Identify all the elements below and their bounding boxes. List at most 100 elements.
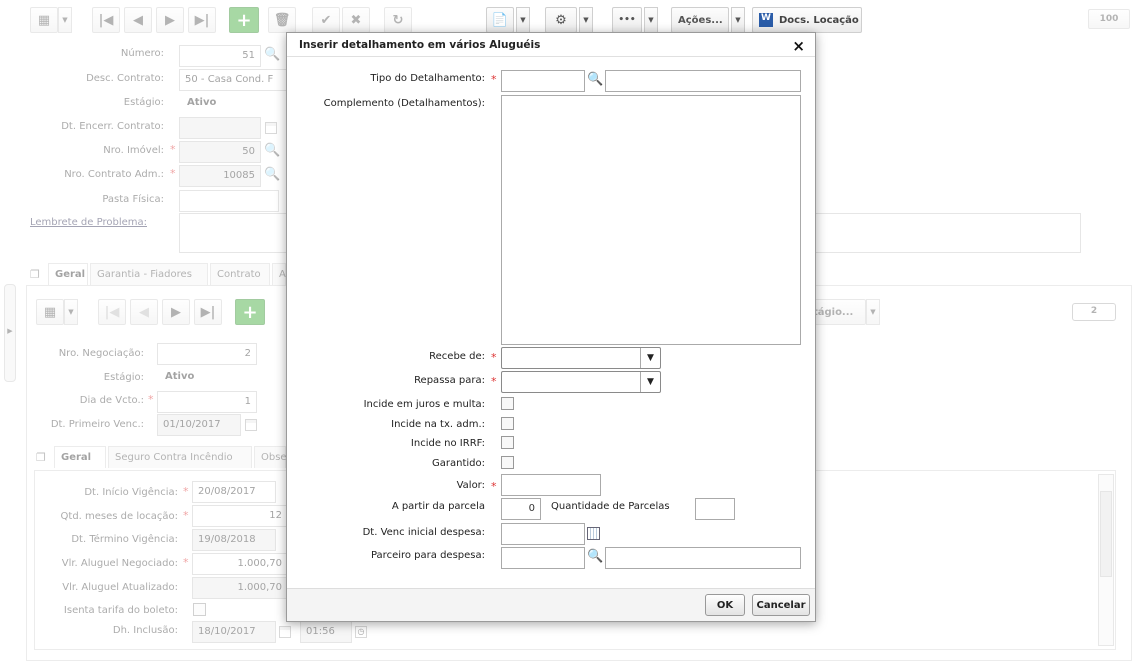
grid-view-icon[interactable]: ▦ — [30, 7, 58, 33]
inclusao-label: Dh. Inclusão: — [112, 625, 178, 636]
tipo-detalhamento-label: Tipo do Detalhamento: — [370, 73, 485, 84]
required-icon: * — [170, 167, 176, 180]
gear-dropdown[interactable]: ▼ — [579, 7, 593, 33]
nro-imovel-field[interactable]: 50 — [179, 141, 261, 163]
calendar-icon[interactable] — [587, 527, 600, 540]
required-icon: * — [170, 143, 176, 156]
clock-icon[interactable]: ◷ — [355, 626, 367, 638]
incide-juros-checkbox[interactable] — [501, 397, 514, 410]
tipo-detalhamento-code-input[interactable] — [501, 70, 585, 92]
search-icon[interactable]: 🔍 — [264, 167, 280, 182]
numero-field[interactable]: 51 — [179, 45, 261, 67]
last-record-icon[interactable]: ▶| — [194, 299, 222, 325]
previous-record-icon[interactable]: ◀ — [124, 7, 152, 33]
grid-view-dropdown[interactable]: ▼ — [58, 7, 72, 33]
chevron-down-icon: ▼ — [640, 348, 660, 368]
gear-icon[interactable]: ⚙ — [545, 7, 577, 33]
tipo-detalhamento-desc-input[interactable] — [605, 70, 801, 92]
required-icon: * — [183, 485, 189, 498]
ok-button[interactable]: OK — [705, 594, 745, 616]
document-icon[interactable]: 📄 — [486, 7, 514, 33]
pasta-field[interactable] — [179, 190, 279, 212]
restore-icon[interactable]: ❐ — [30, 268, 40, 281]
first-record-icon[interactable]: |◀ — [98, 299, 126, 325]
contrato-adm-field[interactable]: 10085 — [179, 165, 261, 187]
aluguel-negociado-label: Vlr. Aluguel Negociado: — [61, 558, 178, 569]
refresh-icon[interactable]: ↻ — [384, 7, 412, 33]
restore-icon[interactable]: ❐ — [36, 451, 46, 464]
last-record-icon[interactable]: ▶| — [188, 7, 216, 33]
side-panel-toggle[interactable]: ▶ — [4, 284, 16, 382]
search-icon[interactable]: 🔍 — [264, 47, 280, 62]
cancel-icon[interactable]: ✖ — [342, 7, 370, 33]
dt-venc-input[interactable] — [501, 523, 585, 545]
document-dropdown[interactable]: ▼ — [516, 7, 530, 33]
primeiro-venc-field[interactable]: 01/10/2017 — [157, 414, 241, 436]
docs-locacao-button[interactable]: W Docs. Locação — [752, 7, 862, 33]
required-icon: * — [183, 556, 189, 569]
required-icon: * — [491, 73, 497, 86]
acoes-dropdown[interactable]: ▼ — [731, 7, 745, 33]
incide-txadm-checkbox[interactable] — [501, 417, 514, 430]
search-icon[interactable]: 🔍 — [587, 72, 603, 87]
a-partir-parcela-input[interactable]: 0 — [501, 498, 541, 520]
qtd-parcelas-input[interactable] — [695, 498, 735, 520]
desc-contrato-field[interactable]: 50 - Casa Cond. F — [179, 69, 287, 91]
required-icon: * — [491, 480, 497, 493]
search-icon[interactable]: 🔍 — [264, 143, 280, 158]
grid-view-dropdown[interactable]: ▼ — [64, 299, 78, 325]
vertical-scrollbar[interactable] — [1098, 474, 1114, 646]
required-icon: * — [491, 351, 497, 364]
subtab-geral[interactable]: Geral — [54, 446, 106, 468]
tab-contrato[interactable]: Contrato — [210, 263, 270, 285]
previous-record-icon[interactable]: ◀ — [130, 299, 158, 325]
next-record-icon[interactable]: ▶ — [156, 7, 184, 33]
calendar-icon[interactable] — [265, 122, 277, 134]
more-actions-dropdown[interactable]: ▼ — [644, 7, 658, 33]
termino-vigencia-field[interactable]: 19/08/2018 — [192, 529, 276, 551]
cancel-button[interactable]: Cancelar — [752, 594, 810, 616]
subtab-seguro[interactable]: Seguro Contra Incêndio — [108, 446, 252, 468]
tab-garantia-fiadores[interactable]: Garantia - Fiadores — [90, 263, 208, 285]
search-icon[interactable]: 🔍 — [587, 549, 603, 564]
next-record-icon[interactable]: ▶ — [162, 299, 190, 325]
acoes-button[interactable]: Ações... — [671, 7, 729, 33]
inicio-vigencia-label: Dt. Início Vigência: — [84, 487, 178, 498]
more-actions-button[interactable]: ••• — [612, 7, 642, 33]
aluguel-atualizado-field[interactable]: 1.000,70 — [192, 577, 288, 599]
inicio-vigencia-field[interactable]: 20/08/2017 — [192, 481, 276, 503]
calendar-icon[interactable] — [279, 626, 291, 638]
grid-view-icon[interactable]: ▦ — [36, 299, 64, 325]
lembrete-link[interactable]: Lembrete de Problema: — [30, 217, 166, 228]
add-button[interactable]: + — [235, 299, 265, 325]
isenta-tarifa-checkbox[interactable] — [193, 603, 206, 616]
nro-negociacao-field[interactable]: 2 — [157, 343, 257, 365]
inclusao-data-field[interactable]: 18/10/2017 — [192, 621, 276, 643]
add-button[interactable]: + — [229, 7, 259, 33]
chevron-down-icon: ▼ — [640, 372, 660, 392]
estagio-label: Estágio: — [123, 97, 164, 108]
confirm-icon[interactable]: ✔ — [312, 7, 340, 33]
garantido-checkbox[interactable] — [501, 456, 514, 469]
valor-input[interactable] — [501, 474, 601, 496]
incide-irrf-checkbox[interactable] — [501, 436, 514, 449]
dt-encerr-field[interactable] — [179, 117, 261, 139]
dia-vcto-field[interactable]: 1 — [157, 391, 257, 413]
recebe-de-select[interactable]: ▼ — [501, 347, 661, 369]
tab-geral[interactable]: Geral — [48, 263, 88, 285]
meses-locacao-field[interactable]: 12 — [192, 505, 288, 527]
calendar-icon[interactable] — [245, 419, 257, 431]
close-icon[interactable]: × — [792, 37, 805, 55]
subtab-observacoes[interactable]: Obse — [254, 446, 287, 468]
dia-vcto-label: Dia de Vcto.: — [79, 395, 144, 406]
estagio-dropdown[interactable]: ▼ — [866, 299, 880, 325]
parceiro-desc-input[interactable] — [605, 547, 801, 569]
first-record-icon[interactable]: |◀ — [92, 7, 120, 33]
inclusao-hora-field[interactable]: 01:56 — [300, 621, 352, 643]
tab-overflow[interactable]: A — [272, 263, 286, 285]
delete-icon[interactable]: 🗑 — [268, 7, 296, 33]
parceiro-code-input[interactable] — [501, 547, 585, 569]
complemento-textarea[interactable] — [501, 95, 801, 345]
aluguel-negociado-field[interactable]: 1.000,70 — [192, 553, 288, 575]
repassa-para-select[interactable]: ▼ — [501, 371, 661, 393]
